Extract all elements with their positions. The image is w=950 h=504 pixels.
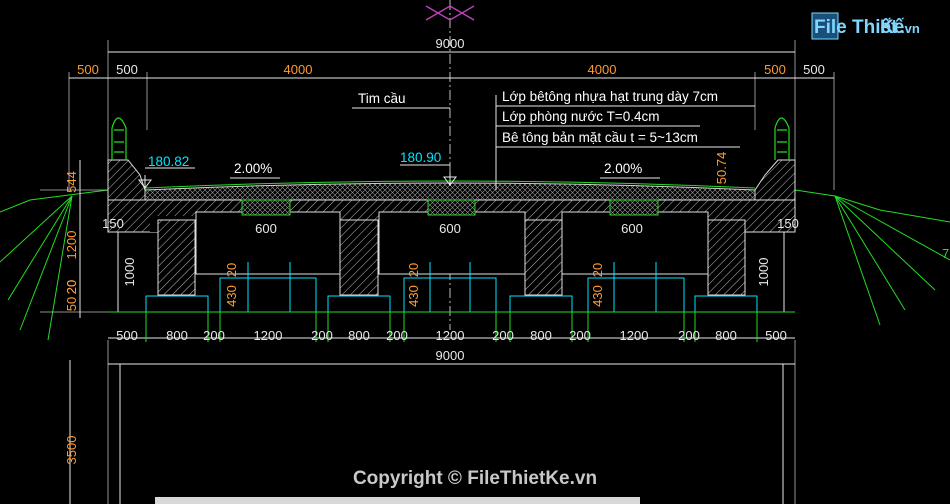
label-layer-asphalt: Lớp bêtông nhựa hạt trung dày 7cm	[502, 89, 718, 104]
dim-edge-top-left-outer: 500	[77, 62, 99, 77]
dim-edge-top-left-inner: 500	[116, 62, 138, 77]
dim-bottom-item: 200	[203, 328, 225, 343]
bridge-cross-section-drawing: File Thiết Kế .vn 9000 500 500 4000 4000…	[0, 0, 950, 504]
dim-bottom-item: 200	[492, 328, 514, 343]
dim-bottom-item: 800	[166, 328, 188, 343]
dim-left-50: 50	[64, 297, 79, 311]
dim-half-left: 4000	[284, 62, 313, 77]
label-tim-cau: Tim cầu	[358, 91, 406, 106]
label-edge-fragment: 7	[942, 246, 949, 261]
dim-bottom-item: 200	[678, 328, 700, 343]
dim-bottom-item: 800	[348, 328, 370, 343]
label-elevation-left: 180.82	[148, 154, 189, 169]
dim-slot-600-1: 600	[255, 221, 277, 236]
girder-voids	[195, 199, 709, 275]
dim-bottom-item: 200	[569, 328, 591, 343]
dim-bottom-item: 1200	[436, 328, 465, 343]
copyright-watermark: Copyright © FileThietKe.vn	[353, 468, 597, 489]
dim-r430-1: 430	[224, 285, 239, 307]
dim-bottom-item: 500	[116, 328, 138, 343]
dim-slot-600-3: 600	[621, 221, 643, 236]
dim-pier-3500: 3500	[64, 436, 79, 465]
horizontal-scrollbar[interactable]	[155, 497, 640, 504]
dim-edge-top-right-inner: 500	[764, 62, 786, 77]
label-layer-waterproof: Lớp phòng nước T=0.4cm	[502, 109, 659, 124]
label-layer-deck-concrete: Bê tông bản mặt cầu t = 5~13cm	[502, 130, 698, 145]
dim-r430-2: 430	[406, 285, 421, 307]
dim-left-20b: 20	[64, 280, 79, 294]
dim-r430-3: 430	[590, 285, 605, 307]
deck	[107, 159, 796, 201]
bottom-dims-row: 500 800 200 1200 200 800 200 1200 200 80…	[116, 328, 787, 343]
dim-inner-right-150: 150	[777, 216, 799, 231]
label-slope-right: 2.00%	[604, 161, 642, 176]
dim-r20-2: 20	[406, 263, 421, 277]
label-slope-left: 2.00%	[234, 161, 272, 176]
dim-total-top: 9000	[436, 36, 465, 51]
logo: File Thiết Kế .vn	[811, 12, 920, 40]
dim-bottom-item: 1200	[254, 328, 283, 343]
logo-brand-file: File	[814, 17, 847, 38]
dim-total-bottom: 9000	[436, 348, 465, 363]
dim-left-1200: 1200	[64, 231, 79, 260]
dim-web-right-1000: 1000	[756, 258, 771, 287]
dim-r20-1: 20	[224, 263, 239, 277]
dim-bottom-item: 200	[386, 328, 408, 343]
dim-bottom-item: 1200	[620, 328, 649, 343]
dim-slot-600-2: 600	[439, 221, 461, 236]
dim-bottom-item: 800	[715, 328, 737, 343]
dim-bottom-item: 800	[530, 328, 552, 343]
logo-brand-vn: .vn	[901, 21, 920, 36]
dim-inner-left-150: 150	[102, 216, 124, 231]
dim-bottom-item: 500	[765, 328, 787, 343]
dim-r20-3: 20	[590, 263, 605, 277]
dim-haunch-50-74: 50.74	[714, 152, 729, 185]
dim-bottom-item: 200	[311, 328, 333, 343]
dim-edge-top-right-outer: 500	[803, 62, 825, 77]
dim-web-left-1000: 1000	[122, 258, 137, 287]
dim-left-544: 544	[64, 171, 79, 193]
label-elevation-center: 180.90	[400, 150, 441, 165]
dim-half-right: 4000	[588, 62, 617, 77]
